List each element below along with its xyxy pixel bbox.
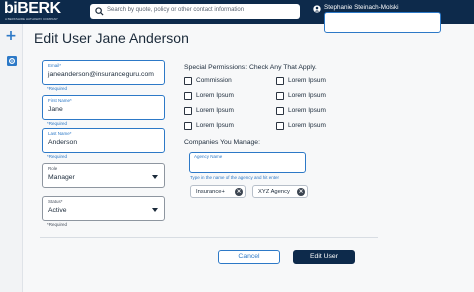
close-icon[interactable]: ×: [297, 188, 305, 196]
checkbox-label: Lorem Ipsum: [196, 107, 234, 114]
chip-label: XYZ Agency: [258, 189, 290, 195]
agency-hint: Type in the name of the agency and hit e…: [190, 175, 280, 180]
search-input[interactable]: Search by quote, policy or other contact…: [90, 4, 300, 19]
checkbox[interactable]: [276, 77, 284, 85]
divider: [40, 237, 378, 238]
status-select[interactable]: Status* Active: [42, 196, 165, 221]
checkbox-label: Lorem Ipsum: [288, 92, 326, 99]
last-name-value: Anderson: [48, 139, 78, 146]
checkbox-label: Lorem Ipsum: [288, 107, 326, 114]
plus-icon[interactable]: +: [5, 29, 17, 43]
checkbox-label: Lorem Ipsum: [196, 122, 234, 129]
email-value: janeanderson@insuranceguru.com: [48, 71, 154, 78]
last-name-label: Last Name*: [48, 131, 72, 136]
logo-text: biBERK: [4, 0, 61, 17]
sidebar: +: [0, 24, 23, 292]
checkbox[interactable]: [184, 107, 192, 115]
logo[interactable]: biBERK A BERKSHIRE HATHAWAY COMPANY: [4, 0, 66, 22]
checkbox[interactable]: [184, 122, 192, 130]
top-bar: biBERK A BERKSHIRE HATHAWAY COMPANY Sear…: [0, 0, 474, 33]
first-name-value: Jane: [48, 106, 63, 113]
agency-name-label: Agency Name: [194, 154, 223, 159]
status-value: Active: [48, 207, 67, 214]
chip-label: Insurance+: [196, 189, 225, 195]
checkbox-label: Lorem Ipsum: [288, 77, 326, 84]
search-placeholder: Search by quote, policy or other contact…: [107, 7, 245, 13]
last-name-required: *Required: [47, 154, 68, 159]
chevron-down-icon: [152, 208, 158, 212]
checkbox[interactable]: [276, 122, 284, 130]
page-title: Edit User Jane Anderson: [34, 30, 189, 46]
checkbox-label: Commission: [196, 77, 232, 84]
search-icon: [95, 7, 104, 16]
cancel-button[interactable]: Cancel: [218, 250, 280, 264]
permissions-title: Special Permissions: Check Any That Appl…: [184, 64, 317, 71]
first-name-required: *Required: [47, 121, 68, 126]
checkbox[interactable]: [184, 92, 192, 100]
role-select[interactable]: Role Manager: [42, 163, 165, 188]
last-name-field[interactable]: Last Name* Anderson: [42, 128, 165, 153]
checkbox-label: Lorem Ipsum: [196, 92, 234, 99]
companies-title: Companies You Manage:: [184, 139, 260, 146]
checkbox[interactable]: [276, 107, 284, 115]
user-menu[interactable]: Stephanie Steinach-Molski Insurance Agen…: [313, 4, 473, 33]
first-name-field[interactable]: First Name* Jane: [42, 95, 165, 120]
agency-chip: XYZ Agency ×: [252, 185, 308, 198]
close-icon[interactable]: ×: [235, 188, 243, 196]
email-label: Email*: [48, 63, 62, 68]
status-label: Status*: [48, 199, 63, 204]
checkbox-commission[interactable]: [184, 77, 192, 85]
checkbox[interactable]: [276, 92, 284, 100]
user-name: Stephanie Steinach-Molski: [324, 4, 399, 11]
settings-icon[interactable]: [7, 56, 17, 66]
role-label: Role: [48, 166, 58, 171]
email-required: *Required: [47, 86, 68, 91]
first-name-label: First Name*: [48, 98, 72, 103]
edit-user-button[interactable]: Edit User: [293, 250, 355, 264]
email-field[interactable]: Email* janeanderson@insuranceguru.com: [42, 60, 165, 85]
role-value: Manager: [48, 174, 75, 181]
checkbox-label: Lorem Ipsum: [288, 122, 326, 129]
agency-name-input[interactable]: Agency Name: [189, 152, 306, 173]
status-required: *Required: [47, 222, 68, 227]
user-agency: Insurance Agency Name Here: [324, 12, 441, 33]
chevron-down-icon: [152, 175, 158, 179]
agency-chip: Insurance+ ×: [190, 185, 246, 198]
user-icon: [313, 5, 321, 13]
logo-tagline: A BERKSHIRE HATHAWAY COMPANY: [5, 17, 58, 21]
